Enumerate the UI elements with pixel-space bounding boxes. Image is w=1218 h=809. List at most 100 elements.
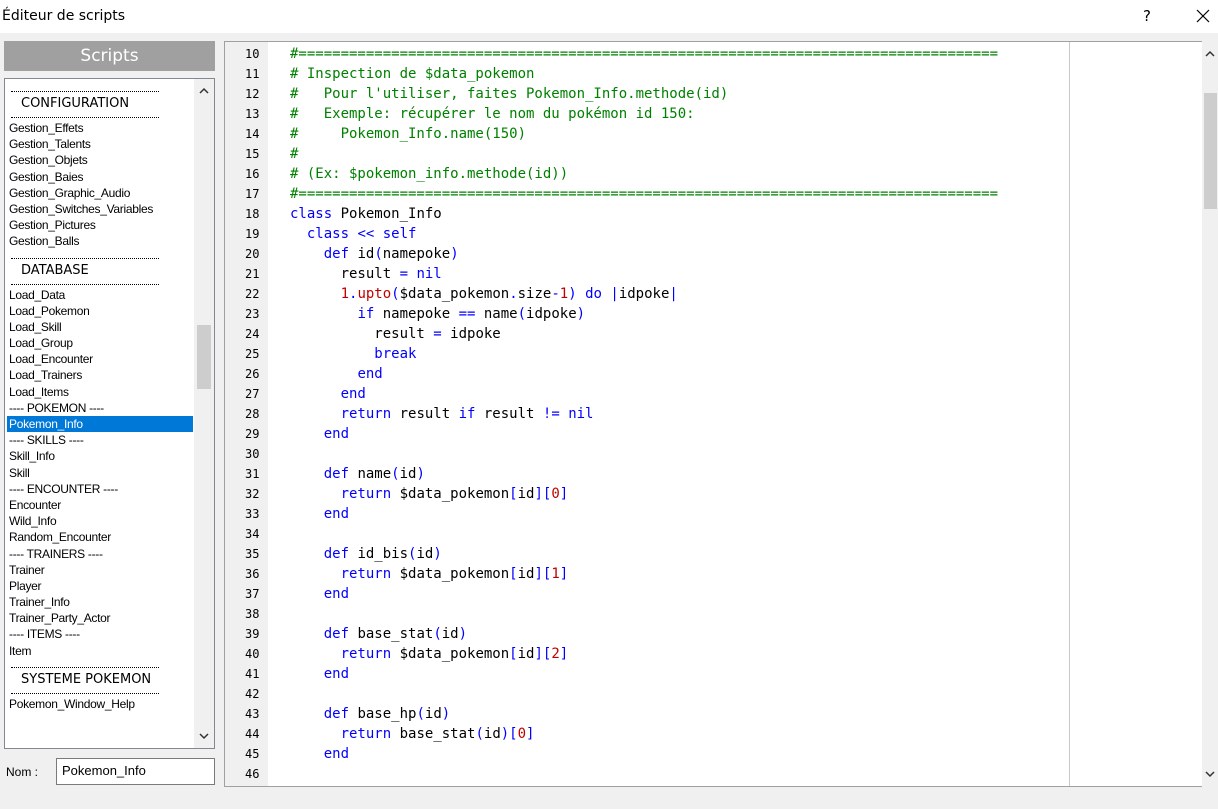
script-item[interactable]: Load_Pokemon (7, 303, 193, 319)
scroll-down-icon[interactable] (194, 726, 214, 746)
code-line[interactable]: 29 end (225, 424, 349, 444)
code-line[interactable]: 46 (225, 764, 268, 784)
code-line[interactable]: 31 def name(id) (225, 464, 425, 484)
code-line[interactable]: 42 (225, 684, 268, 704)
code-line[interactable]: 20 def id(namepoke) (225, 244, 459, 264)
code-line[interactable]: 19 class << self (225, 224, 416, 244)
code-line[interactable]: 23 if namepoke == name(idpoke) (225, 304, 585, 324)
code-token: ) (450, 246, 459, 262)
script-item[interactable]: Gestion_Effets (7, 120, 193, 136)
code-text: # Pokemon_Info.name(150) (290, 124, 526, 144)
script-item[interactable]: Trainer_Party_Actor (7, 610, 193, 626)
code-line[interactable]: 27 end (225, 384, 366, 404)
code-line[interactable]: 39 def base_stat(id) (225, 624, 467, 644)
script-item[interactable]: Gestion_Objets (7, 152, 193, 168)
code-line[interactable]: 30 (225, 444, 268, 464)
code-text: return base_stat(id)[0] (290, 724, 535, 744)
code-token: ][ (534, 486, 552, 502)
editor-scroll-down-icon[interactable] (1202, 765, 1218, 783)
code-line[interactable]: 14 # Pokemon_Info.name(150) (225, 124, 526, 144)
editor-scroll-thumb[interactable] (1204, 93, 1217, 209)
script-item[interactable]: Trainer (7, 562, 193, 578)
section-header[interactable]: SYSTEME POKEMON (7, 659, 193, 696)
script-item[interactable]: Load_Trainers (7, 367, 193, 383)
code-line[interactable]: 44 return base_stat(id)[0] (225, 724, 534, 744)
code-line[interactable]: 28 return result if result != nil (225, 404, 593, 424)
code-line[interactable]: 34 (225, 524, 268, 544)
script-item[interactable]: Gestion_Talents (7, 136, 193, 152)
script-item[interactable]: Skill_Info (7, 448, 193, 464)
script-item[interactable]: Load_Encounter (7, 351, 193, 367)
code-line[interactable]: 22 1.upto($data_pokemon.size-1) do |idpo… (225, 284, 678, 304)
script-list[interactable]: CONFIGURATION Gestion_Effets Gestion_Talen… (4, 78, 215, 749)
script-item[interactable]: Item (7, 643, 193, 659)
script-item[interactable]: Load_Data (7, 287, 193, 303)
script-list-scroll-thumb[interactable] (197, 325, 211, 389)
code-line[interactable]: 36 return $data_pokemon[id][1] (225, 564, 568, 584)
script-item[interactable]: Gestion_Pictures (7, 217, 193, 233)
code-line[interactable]: 24 result = idpoke (225, 324, 501, 344)
code-line[interactable]: 18 class Pokemon_Info (225, 204, 442, 224)
code-line[interactable]: 10 #=====================================… (225, 44, 998, 64)
script-item[interactable]: Load_Items (7, 384, 193, 400)
code-line[interactable]: 37 end (225, 584, 349, 604)
code-line[interactable]: 41 end (225, 664, 349, 684)
code-line[interactable]: 25 break (225, 344, 416, 364)
script-item-selected[interactable]: Pokemon_Info (7, 416, 193, 433)
script-list-scrollbar[interactable] (194, 79, 214, 748)
code-line[interactable]: 38 (225, 604, 268, 624)
script-item[interactable]: Trainer_Info (7, 594, 193, 610)
help-button[interactable]: ? (1135, 3, 1159, 29)
code-line[interactable]: 11 # Inspection de $data_pokemon (225, 64, 534, 84)
code-line[interactable]: 16 # (Ex: $pokemon_info.methode(id)) (225, 164, 568, 184)
script-item[interactable]: ---- TRAINERS ---- (7, 546, 193, 562)
section-header[interactable]: DATABASE (7, 250, 193, 287)
script-item[interactable]: Gestion_Switches_Variables (7, 201, 193, 217)
script-item[interactable]: Gestion_Balls (7, 233, 193, 249)
code-token: id_bis (349, 546, 409, 562)
script-item[interactable]: Encounter (7, 497, 193, 513)
close-button[interactable] (1190, 3, 1216, 29)
section-header[interactable]: CONFIGURATION (7, 83, 193, 120)
code-line[interactable]: 40 return $data_pokemon[id][2] (225, 644, 568, 664)
code-line[interactable]: 45 end (225, 744, 349, 764)
line-number: 33 (245, 507, 260, 521)
script-item[interactable]: Player (7, 578, 193, 594)
code-line[interactable]: 33 end (225, 504, 349, 524)
name-label: Nom : (6, 765, 39, 779)
code-line[interactable]: 12 # Pour l'utiliser, faites Pokemon_Info… (225, 84, 728, 104)
script-item[interactable]: Random_Encounter (7, 529, 193, 545)
script-item[interactable]: ---- SKILLS ---- (7, 432, 193, 448)
script-name-input[interactable]: Pokemon_Info (56, 758, 215, 785)
code-text: class << self (290, 224, 417, 244)
script-item[interactable]: Load_Skill (7, 319, 193, 335)
script-item[interactable]: Gestion_Graphic_Audio (7, 185, 193, 201)
code-line[interactable]: 15 # (225, 144, 298, 164)
code-line[interactable]: 13 # Exemple: récupérer le nom du pokémon… (225, 104, 695, 124)
code-token: return (340, 646, 392, 662)
script-item[interactable]: Skill (7, 465, 193, 481)
script-item[interactable]: Wild_Info (7, 513, 193, 529)
script-item[interactable]: ---- POKEMON ---- (7, 400, 193, 416)
code-line[interactable]: 43 def base_hp(id) (225, 704, 450, 724)
code-line[interactable]: 17 #=====================================… (225, 184, 998, 204)
editor-scroll-up-icon[interactable] (1202, 45, 1218, 63)
code-line[interactable]: 26 end (225, 364, 383, 384)
script-item[interactable]: Gestion_Baies (7, 169, 193, 185)
code-line[interactable]: 35 def id_bis(id) (225, 544, 442, 564)
code-line[interactable]: 32 return $data_pokemon[id][0] (225, 484, 568, 504)
code-token: end (323, 506, 350, 522)
code-token: name (349, 466, 392, 482)
script-item[interactable]: ---- ITEMS ---- (7, 626, 193, 642)
code-token: 2 (551, 646, 560, 662)
editor-scrollbar[interactable] (1202, 41, 1218, 787)
code-line[interactable]: 21 result = nil (225, 264, 442, 284)
script-item[interactable]: Load_Group (7, 335, 193, 351)
scroll-up-icon[interactable] (194, 81, 214, 101)
script-item[interactable]: Pokemon_Window_Help (7, 696, 193, 712)
code-editor[interactable]: 10 #=====================================… (224, 41, 1218, 787)
line-number: 10 (245, 47, 260, 61)
script-item[interactable]: ---- ENCOUNTER ---- (7, 481, 193, 497)
